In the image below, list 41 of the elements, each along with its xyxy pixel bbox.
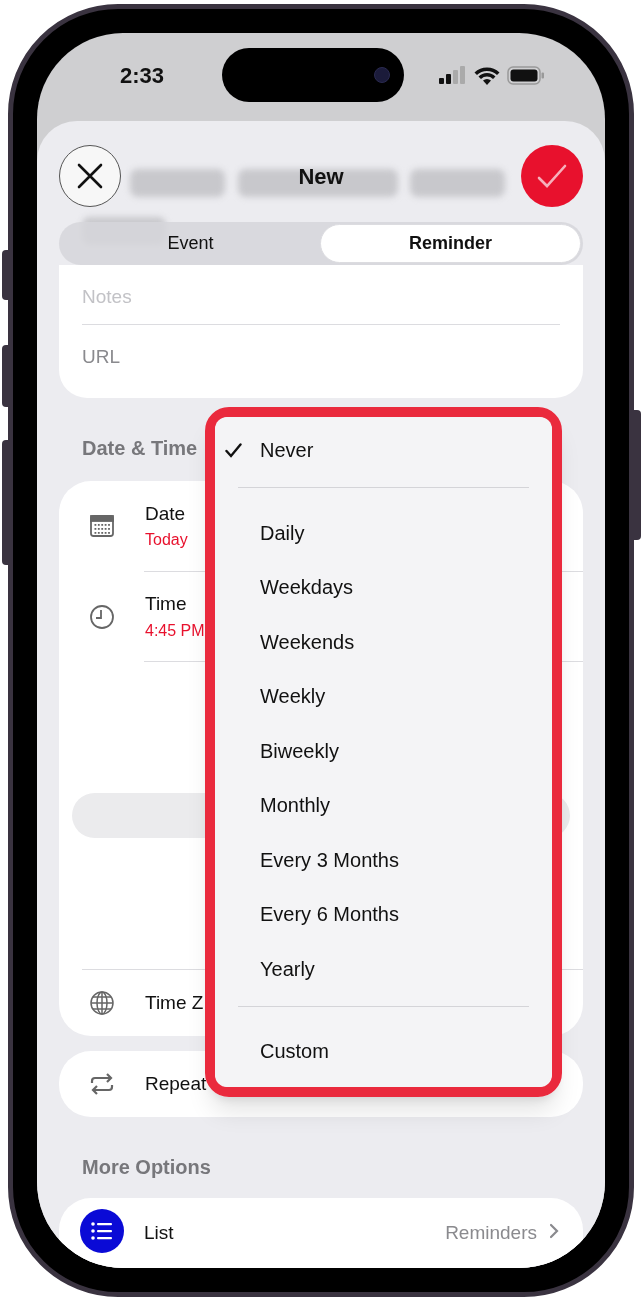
checkmark-icon <box>225 442 242 458</box>
menu-item[interactable]: Weekends <box>215 614 552 669</box>
menu-item[interactable]: Weekdays <box>215 560 552 615</box>
segment-tab[interactable]: Event <box>61 224 320 263</box>
row-label: Time Z <box>145 990 204 1015</box>
menu-item[interactable]: Every 3 Months <box>215 832 552 887</box>
chevron-right-icon <box>549 1223 559 1239</box>
sheet-title: New <box>298 162 344 191</box>
wifi-icon <box>474 65 500 85</box>
status-time: 2:33 <box>118 61 165 90</box>
section-header: More Options <box>82 1155 211 1180</box>
menu-item[interactable]: Every 6 Months <box>215 887 552 942</box>
section-header: Date & Time <box>82 436 198 461</box>
time-value: 4:45 PM <box>145 620 205 641</box>
repeat-icon <box>89 1071 115 1097</box>
notes-field[interactable]: Notes <box>82 283 560 312</box>
row-label: List <box>144 1221 174 1245</box>
row-label: Date <box>145 501 187 526</box>
calendar-icon <box>89 513 115 539</box>
menu-item[interactable]: Yearly <box>215 941 552 996</box>
menu-item[interactable]: Never <box>215 423 552 478</box>
menu-item[interactable]: Biweekly <box>215 723 552 778</box>
url-field[interactable]: URL <box>82 343 560 372</box>
close-icon <box>77 163 103 189</box>
clock-icon <box>89 603 115 630</box>
menu-item[interactable]: Custom <box>215 1024 552 1079</box>
globe-icon <box>89 990 115 1016</box>
camera-icon <box>374 67 390 83</box>
date-value: Today <box>145 530 188 551</box>
list-value: Reminders <box>445 1221 537 1245</box>
menu-item[interactable]: Weekly <box>215 669 552 724</box>
battery-icon <box>507 65 545 85</box>
signal-icon <box>439 66 467 84</box>
list-icon <box>80 1209 124 1253</box>
menu-item[interactable]: Monthly <box>215 778 552 833</box>
row-label: Repeat <box>145 1071 207 1096</box>
row-label: Time <box>145 592 188 617</box>
menu-item[interactable]: Daily <box>215 505 552 560</box>
checkmark-icon <box>537 163 567 189</box>
segment-tab[interactable]: Reminder <box>320 224 581 263</box>
list-row[interactable]: List Reminders <box>59 1198 583 1268</box>
